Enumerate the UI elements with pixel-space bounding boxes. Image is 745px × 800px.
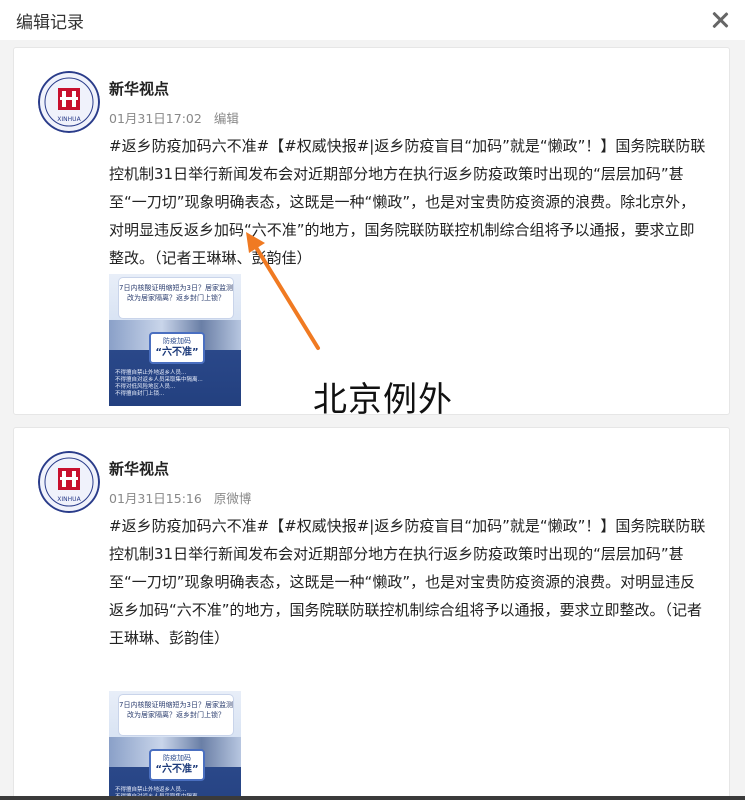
thumbnail-banner-text: 7日内核酸证明缩短为3日？居家监测改为居家隔离？返乡封门上锁？ — [119, 695, 233, 735]
thumbnail-badge-small: 防疫加码 — [163, 754, 191, 762]
record-action: 编辑 — [213, 111, 239, 126]
dialog-title: 编辑记录 — [16, 12, 84, 33]
bottom-edge — [0, 796, 745, 800]
record-time: 01月31日17:02 — [109, 111, 202, 126]
thumbnail-badge: 防疫加码 “六不准” — [149, 749, 205, 781]
thumbnail-banner-text: 7日内核酸证明缩短为3日？居家监测改为居家隔离？返乡封门上锁？ — [119, 278, 233, 318]
thumbnail-badge-small: 防疫加码 — [163, 337, 191, 345]
post-image-thumbnail[interactable]: 7日内核酸证明缩短为3日？居家监测改为居家隔离？返乡封门上锁？ 防疫加码 “六不… — [109, 691, 241, 800]
post-image-thumbnail[interactable]: 7日内核酸证明缩短为3日？居家监测改为居家隔离？返乡封门上锁？ 防疫加码 “六不… — [109, 274, 241, 406]
record-time: 01月31日15:16 — [109, 491, 202, 506]
svg-text:XINHUA: XINHUA — [57, 496, 81, 503]
author-name[interactable]: 新华视点 — [109, 78, 169, 99]
record-meta: 01月31日17:02 编辑 — [109, 108, 239, 127]
thumbnail-badge: 防疫加码 “六不准” — [149, 332, 205, 364]
svg-text:XINHUA: XINHUA — [57, 116, 81, 123]
thumbnail-badge-big: “六不准” — [155, 347, 199, 358]
avatar[interactable]: XINHUA — [38, 71, 100, 133]
annotation-label: 北京例外 — [313, 380, 453, 420]
avatar[interactable]: XINHUA — [38, 451, 100, 513]
record-text: #返乡防疫加码六不准#【#权威快报#|返乡防疫盲目“加码”就是“懒政”！】国务院… — [109, 517, 706, 647]
thumbnail-badge-big: “六不准” — [155, 764, 199, 775]
author-name[interactable]: 新华视点 — [109, 458, 169, 479]
dialog-header: 编辑记录 — [0, 0, 745, 40]
close-icon[interactable] — [709, 9, 731, 31]
thumbnail-rule-lines: 不得擅自禁止外地返乡人员... 不得擅自对返乡人员采取集中隔离... 不得对低风… — [115, 370, 203, 397]
record-action: 原微博 — [213, 491, 252, 506]
edit-record-card: XINHUA 新华视点 01月31日17:02 编辑 #返乡防疫加码六不准#【#… — [13, 47, 730, 415]
record-meta: 01月31日15:16 原微博 — [109, 488, 251, 507]
record-text: #返乡防疫加码六不准#【#权威快报#|返乡防疫盲目“加码”就是“懒政”！】国务院… — [109, 137, 706, 267]
edit-record-card: XINHUA 新华视点 01月31日15:16 原微博 #返乡防疫加码六不准#【… — [13, 427, 730, 800]
